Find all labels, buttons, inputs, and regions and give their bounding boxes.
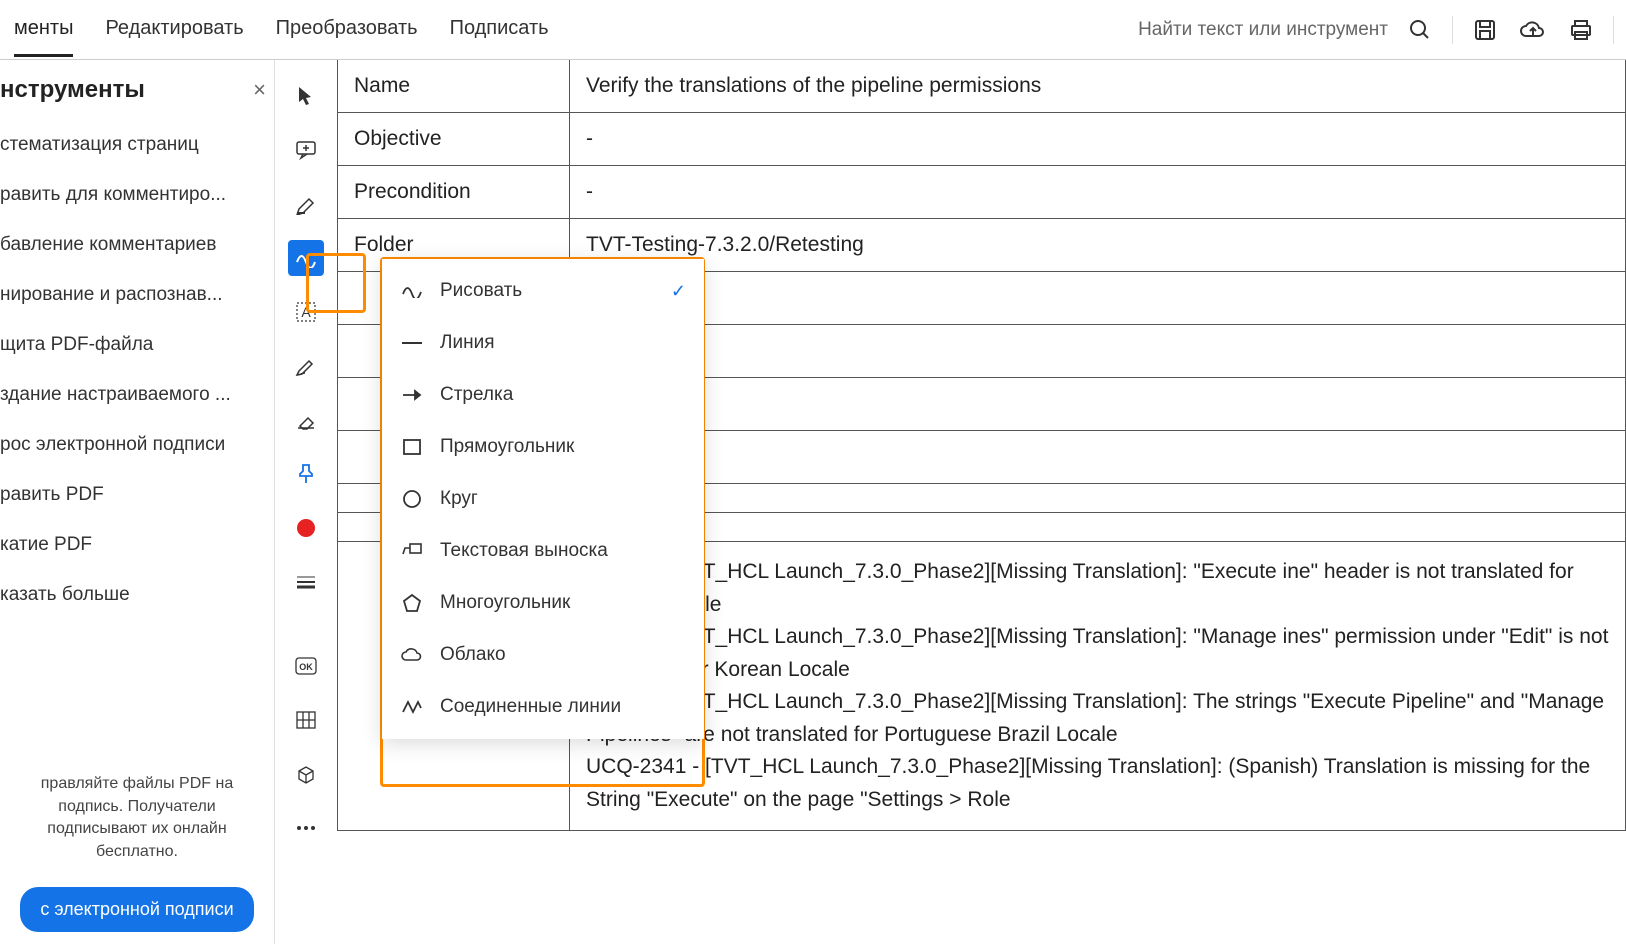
callout-icon — [400, 539, 424, 563]
dd-label: Прямоугольник — [440, 436, 574, 458]
nav-edit[interactable]: Редактировать — [105, 3, 243, 57]
dd-callout[interactable]: Текстовая выноска — [382, 525, 704, 577]
sidebar-left: нструменты × стематизация страниц равить… — [0, 60, 275, 944]
dd-label: Круг — [440, 488, 478, 510]
dd-arrow[interactable]: Стрелка — [382, 369, 704, 421]
tool-add-comments[interactable]: бавление комментариев — [0, 220, 274, 270]
comment-tool[interactable] — [288, 132, 324, 168]
tool-scan-ocr[interactable]: нирование и распознав... — [0, 270, 274, 320]
ok-tool[interactable]: OK — [288, 648, 324, 684]
dd-label: Многоугольник — [440, 592, 570, 614]
nav-sign[interactable]: Подписать — [450, 3, 549, 57]
save-icon[interactable] — [1469, 14, 1501, 46]
table-row: Objective- — [338, 113, 1626, 166]
more-tool[interactable] — [288, 810, 324, 846]
tools-list: стематизация страниц равить для комменти… — [0, 120, 274, 761]
search-placeholder-text[interactable]: Найти текст или инструмент — [1138, 19, 1388, 41]
sidebar-header: нструменты × — [0, 60, 274, 120]
dd-rectangle[interactable]: Прямоугольник — [382, 421, 704, 473]
dd-line[interactable]: Линия — [382, 317, 704, 369]
dd-polygon[interactable]: Многоугольник — [382, 577, 704, 629]
promo-button[interactable]: с электронной подписи — [20, 887, 253, 932]
polygon-icon — [400, 591, 424, 615]
check-icon: ✓ — [671, 281, 686, 302]
main-area: нструменты × стематизация страниц равить… — [0, 60, 1626, 944]
dd-label: Текстовая выноска — [440, 540, 608, 562]
arrow-icon — [400, 383, 424, 407]
dd-connected-lines[interactable]: Соединенные линии — [382, 681, 704, 733]
dd-draw[interactable]: Рисовать ✓ — [382, 265, 704, 317]
svg-text:A: A — [301, 304, 311, 320]
color-tool[interactable] — [288, 510, 324, 546]
table-row: Precondition- — [338, 166, 1626, 219]
dd-label: Соединенные линии — [440, 696, 621, 718]
separator — [1613, 16, 1614, 44]
draw-dropdown: Рисовать ✓ Линия Стрелка Прямоугольник К… — [382, 259, 704, 739]
pen-tool[interactable] — [288, 348, 324, 384]
vertical-toolbar: A OK — [275, 60, 337, 944]
connected-lines-icon — [400, 695, 424, 719]
search-icon[interactable] — [1404, 14, 1436, 46]
nav-convert[interactable]: Преобразовать — [276, 3, 418, 57]
table-row: NameVerify the translations of the pipel… — [338, 60, 1626, 113]
circle-icon — [400, 487, 424, 511]
line-weight-tool[interactable] — [288, 564, 324, 600]
line-icon — [400, 331, 424, 355]
select-tool[interactable] — [288, 78, 324, 114]
sidebar-title: нструменты — [0, 76, 145, 104]
tool-compress-pdf[interactable]: катие PDF — [0, 520, 274, 570]
dd-circle[interactable]: Круг — [382, 473, 704, 525]
dd-label: Стрелка — [440, 384, 513, 406]
eraser-tool[interactable] — [288, 402, 324, 438]
tool-organize-pages[interactable]: стематизация страниц — [0, 120, 274, 170]
cloud-icon — [400, 643, 424, 667]
grid-tool[interactable] — [288, 702, 324, 738]
promo-text: правляйте файлы PDF на подпись. Получате… — [0, 761, 274, 875]
highlight-tool[interactable] — [288, 186, 324, 222]
tool-create-custom[interactable]: здание настраиваемого ... — [0, 370, 274, 420]
pin-tool[interactable] — [288, 456, 324, 492]
tool-request-signature[interactable]: рос электронной подписи — [0, 420, 274, 470]
rectangle-icon — [400, 435, 424, 459]
dd-cloud[interactable]: Облако — [382, 629, 704, 681]
tool-protect-pdf[interactable]: щита PDF-файла — [0, 320, 274, 370]
tool-show-more[interactable]: казать больше — [0, 570, 274, 620]
draw-tool[interactable] — [288, 240, 324, 276]
cube-tool[interactable] — [288, 756, 324, 792]
freehand-icon — [400, 279, 424, 303]
tool-send-comment[interactable]: равить для комментиро... — [0, 170, 274, 220]
nav-menty[interactable]: менты — [14, 3, 73, 57]
cloud-upload-icon[interactable] — [1517, 14, 1549, 46]
text-select-tool[interactable]: A — [288, 294, 324, 330]
close-icon[interactable]: × — [253, 77, 266, 103]
tool-edit-pdf[interactable]: равить PDF — [0, 470, 274, 520]
top-right-actions: Найти текст или инструмент — [1138, 14, 1614, 46]
dd-label: Рисовать — [440, 280, 522, 302]
print-icon[interactable] — [1565, 14, 1597, 46]
svg-text:OK: OK — [299, 662, 313, 672]
top-bar: менты Редактировать Преобразовать Подпис… — [0, 0, 1626, 60]
separator — [1452, 16, 1453, 44]
dd-label: Линия — [440, 332, 494, 354]
dd-label: Облако — [440, 644, 506, 666]
top-nav: менты Редактировать Преобразовать Подпис… — [12, 3, 549, 57]
